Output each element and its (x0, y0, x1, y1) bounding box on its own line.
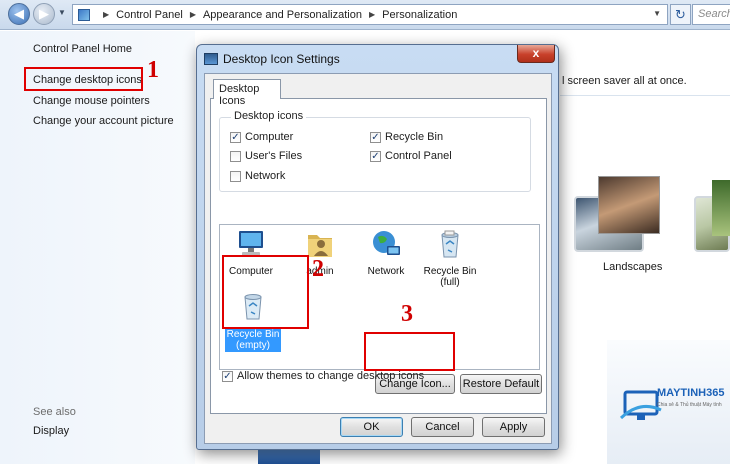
icon-item-recycle-bin-full[interactable]: Recycle Bin (full) (420, 229, 480, 288)
theme-next-thumbnail[interactable] (694, 180, 730, 252)
checkbox-recycle-bin[interactable]: ✓ Recycle Bin (370, 131, 443, 143)
recent-pages-dropdown[interactable]: ▼ (58, 8, 66, 17)
checkmark-icon: ✓ (230, 131, 241, 143)
close-button[interactable]: x (517, 45, 555, 63)
link-change-mouse-pointers[interactable]: Change mouse pointers (33, 95, 150, 107)
checkbox-label: Control Panel (385, 150, 452, 162)
address-bar[interactable]: ▶ Control Panel ▶ Appearance and Persona… (72, 4, 668, 25)
highlight-box-change-desktop-icons (24, 67, 143, 91)
theme-stack-image (598, 176, 660, 234)
navigation-bar: ◀ ▶ ▼ ▶ Control Panel ▶ Appearance and P… (0, 0, 730, 30)
checkbox-label: Network (245, 170, 286, 182)
close-icon: x (532, 46, 540, 60)
checkbox-empty (230, 150, 241, 162)
icon-label: Recycle Bin (empty) (224, 328, 282, 352)
search-input[interactable]: Search (692, 4, 730, 25)
recycle-bin-full-icon (441, 230, 459, 258)
tab-desktop-icons[interactable]: Desktop Icons (213, 79, 281, 107)
restore-default-button[interactable]: Restore Default (460, 374, 542, 394)
highlight-box-recycle-bin-empty (222, 255, 309, 329)
refresh-button[interactable]: ↻ (670, 4, 691, 25)
watermark-brand: MAYTINH365 (657, 387, 725, 399)
chevron-right-icon: ▶ (368, 10, 376, 19)
network-icon (373, 231, 400, 255)
desktop-icon-settings-dialog: Desktop Icon Settings x Desktop Icons De… (196, 44, 559, 450)
link-change-account-picture[interactable]: Change your account picture (33, 115, 174, 127)
checkbox-network[interactable]: Network (230, 170, 285, 182)
checkbox-users-files[interactable]: User's Files (230, 150, 302, 162)
refresh-icon: ↻ (675, 7, 686, 22)
checkbox-label: Recycle Bin (385, 131, 444, 143)
dialog-app-icon (204, 53, 218, 65)
checkbox-label: Allow themes to change desktop icons (237, 370, 425, 382)
checkbox-control-panel[interactable]: ✓ Control Panel (370, 150, 452, 162)
checkbox-allow-themes[interactable]: ✓ Allow themes to change desktop icons (222, 370, 424, 382)
group-title: Desktop icons (231, 110, 307, 122)
icon-item-network[interactable]: Network (356, 229, 416, 277)
checkbox-label: User's Files (245, 150, 303, 162)
icon-label: Recycle Bin (full) (423, 266, 477, 288)
chevron-right-icon: ▶ (103, 10, 110, 19)
checkmark-icon: ✓ (370, 150, 381, 162)
checkbox-label: Computer (245, 131, 294, 143)
personalization-description: l screen saver all at once. (562, 75, 687, 87)
checkbox-empty (230, 170, 241, 182)
dialog-title: Desktop Icon Settings (223, 52, 340, 66)
breadcrumb-appearance[interactable]: Appearance and Personalization (203, 9, 362, 21)
step-number-2: 2 (312, 256, 324, 282)
watermark-tagline: Chia sẻ & Thủ thuật Máy tính (657, 402, 722, 408)
checkmark-icon: ✓ (370, 131, 381, 143)
apply-button[interactable]: Apply (482, 417, 545, 437)
breadcrumb-control-panel[interactable]: Control Panel (116, 9, 183, 21)
link-display[interactable]: Display (33, 425, 69, 437)
theme-landscapes-thumbnail[interactable] (574, 176, 660, 252)
address-dropdown-icon[interactable]: ▼ (653, 9, 661, 18)
theme-stack-image (712, 180, 730, 236)
arrow-right-icon: ▶ (39, 6, 49, 21)
back-button[interactable]: ◀ (8, 3, 30, 25)
see-also-heading: See also (33, 406, 76, 418)
forward-button[interactable]: ▶ (33, 3, 55, 25)
checkmark-icon: ✓ (222, 370, 233, 382)
checkbox-computer[interactable]: ✓ Computer (230, 131, 293, 143)
step-number-1: 1 (147, 57, 159, 83)
arrow-left-icon: ◀ (14, 6, 24, 21)
chevron-right-icon: ▶ (189, 10, 196, 19)
control-panel-icon (78, 8, 90, 21)
divider (560, 95, 730, 96)
link-control-panel-home[interactable]: Control Panel Home (33, 43, 132, 55)
icon-label: Network (367, 266, 405, 277)
step-number-3: 3 (401, 301, 413, 327)
breadcrumb-personalization[interactable]: Personalization (382, 9, 457, 21)
ok-button[interactable]: OK (340, 417, 403, 437)
cancel-button[interactable]: Cancel (411, 417, 474, 437)
theme-landscapes-label[interactable]: Landscapes (603, 261, 662, 273)
highlight-box-change-icon (364, 332, 455, 371)
